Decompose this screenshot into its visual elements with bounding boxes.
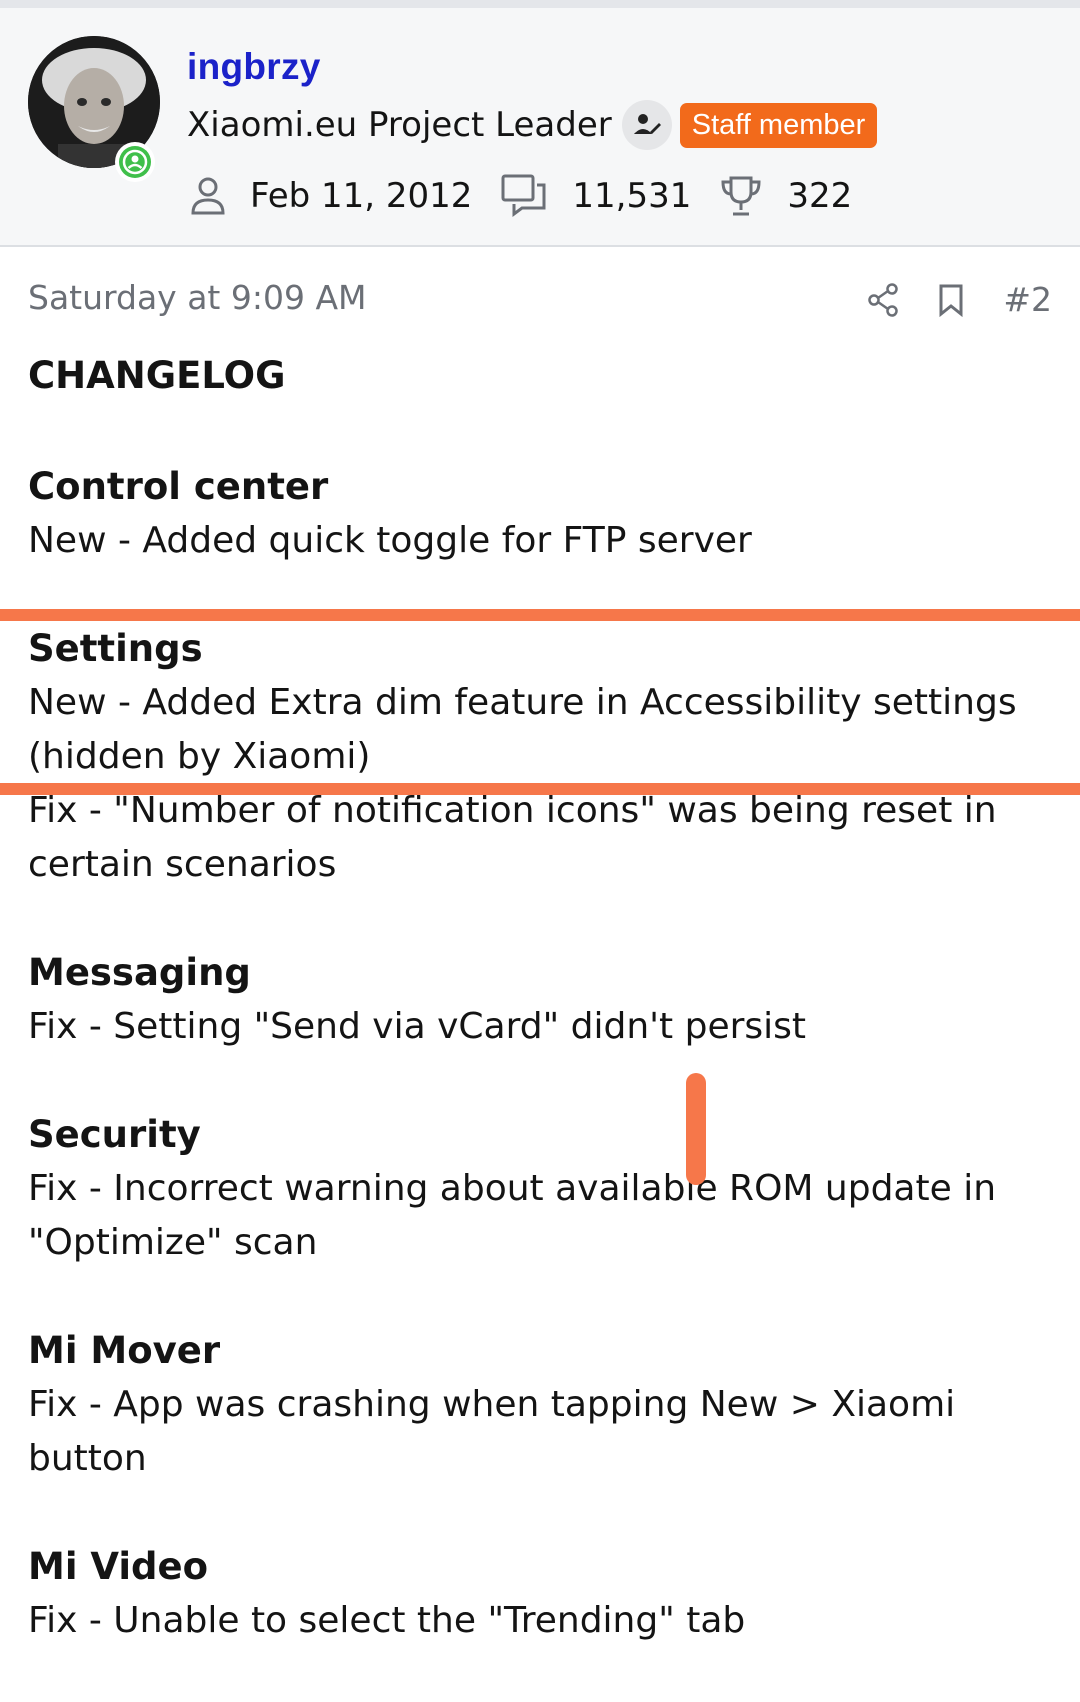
bookmark-icon[interactable] bbox=[937, 283, 965, 317]
changelog-entry: Fix - App was crashing when tapping New … bbox=[28, 1384, 956, 1479]
username-link[interactable]: ingbrzy bbox=[187, 46, 321, 88]
highlight-line-bottom bbox=[0, 783, 1080, 795]
section-mi-mover: Mi Mover Fix - App was crashing when tap… bbox=[28, 1324, 1058, 1486]
message-count: 11,531 bbox=[572, 176, 692, 216]
section-messaging: Messaging Fix - Setting "Send via vCard"… bbox=[28, 946, 1058, 1054]
trophy-icon[interactable] bbox=[719, 174, 763, 218]
changelog-entry: New - Added quick toggle for FTP server bbox=[28, 520, 752, 561]
section-settings: Settings New - Added Extra dim feature i… bbox=[28, 622, 1058, 892]
trophy-points: 322 bbox=[787, 176, 853, 216]
changelog-heading: CHANGELOG bbox=[28, 354, 286, 397]
changelog-entry: Fix - Setting "Send via vCard" didn't pe… bbox=[28, 1006, 807, 1047]
changelog-entry: Fix - "Number of notification icons" was… bbox=[28, 790, 997, 885]
moderator-icon bbox=[621, 100, 672, 150]
changelog-entry: Fix - Incorrect warning about available … bbox=[28, 1168, 997, 1263]
section-title: Mi Video bbox=[28, 1545, 209, 1588]
post-timestamp[interactable]: Saturday at 9:09 AM bbox=[28, 278, 367, 317]
changelog-entry: New - Added Extra dim feature in Accessi… bbox=[28, 682, 1017, 777]
section-security: Security Fix - Incorrect warning about a… bbox=[28, 1108, 1058, 1270]
user-icon bbox=[190, 176, 226, 216]
section-title: Mi Mover bbox=[28, 1329, 221, 1372]
post-body: CHANGELOG Control center New - Added qui… bbox=[28, 352, 1058, 1702]
online-status-icon bbox=[115, 142, 155, 182]
section-title: Settings bbox=[28, 627, 203, 670]
section-title: Security bbox=[28, 1113, 201, 1156]
pen-stroke-mark bbox=[686, 1073, 706, 1185]
section-title: Control center bbox=[28, 465, 329, 508]
section-title: Messaging bbox=[28, 951, 251, 994]
messages-icon[interactable] bbox=[500, 173, 548, 219]
post-actions: #2 bbox=[829, 280, 1052, 319]
joined-date: Feb 11, 2012 bbox=[250, 176, 473, 216]
user-title: Xiaomi.eu Project Leader bbox=[187, 105, 612, 145]
section-control-center: Control center New - Added quick toggle … bbox=[28, 460, 1058, 568]
user-header: ingbrzy Xiaomi.eu Project Leader Staff m… bbox=[0, 8, 1080, 247]
staff-badge: Staff member bbox=[679, 102, 878, 148]
changelog-entry: Fix - Unable to select the "Trending" ta… bbox=[28, 1600, 746, 1641]
section-mi-video: Mi Video Fix - Unable to select the "Tre… bbox=[28, 1540, 1058, 1648]
post-number-link[interactable]: #2 bbox=[1003, 280, 1052, 319]
highlight-line-top bbox=[0, 609, 1080, 621]
user-stats: Feb 11, 2012 11,531 322 bbox=[190, 173, 880, 219]
top-divider bbox=[0, 0, 1080, 8]
user-title-row: Xiaomi.eu Project Leader Staff member bbox=[187, 100, 878, 150]
share-icon[interactable] bbox=[867, 282, 899, 317]
